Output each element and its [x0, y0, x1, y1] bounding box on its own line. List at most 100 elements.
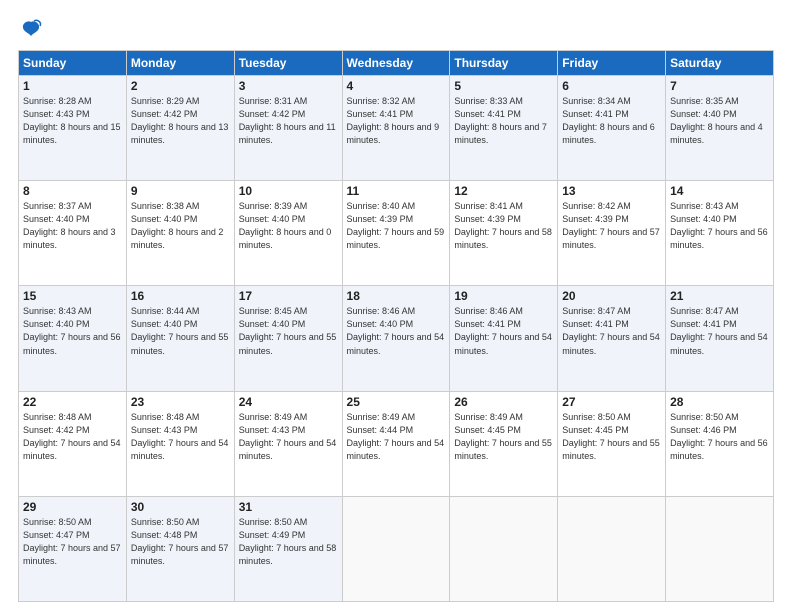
day-detail: Sunrise: 8:48 AMSunset: 4:43 PMDaylight:…	[131, 411, 230, 463]
day-number: 10	[239, 184, 338, 198]
calendar-cell: 30 Sunrise: 8:50 AMSunset: 4:48 PMDayligh…	[126, 496, 234, 601]
day-number: 2	[131, 79, 230, 93]
logo-bird-icon	[20, 18, 42, 40]
day-number: 28	[670, 395, 769, 409]
day-detail: Sunrise: 8:49 AMSunset: 4:44 PMDaylight:…	[347, 411, 446, 463]
day-number: 31	[239, 500, 338, 514]
header	[18, 18, 774, 40]
calendar-cell: 12 Sunrise: 8:41 AMSunset: 4:39 PMDayligh…	[450, 181, 558, 286]
day-number: 14	[670, 184, 769, 198]
calendar-cell: 31 Sunrise: 8:50 AMSunset: 4:49 PMDayligh…	[234, 496, 342, 601]
col-header-saturday: Saturday	[666, 51, 774, 76]
calendar-week-row: 29 Sunrise: 8:50 AMSunset: 4:47 PMDayligh…	[19, 496, 774, 601]
day-detail: Sunrise: 8:28 AMSunset: 4:43 PMDaylight:…	[23, 95, 122, 147]
day-number: 3	[239, 79, 338, 93]
day-number: 19	[454, 289, 553, 303]
calendar-cell: 10 Sunrise: 8:39 AMSunset: 4:40 PMDayligh…	[234, 181, 342, 286]
day-detail: Sunrise: 8:38 AMSunset: 4:40 PMDaylight:…	[131, 200, 230, 252]
day-number: 13	[562, 184, 661, 198]
day-number: 12	[454, 184, 553, 198]
day-number: 20	[562, 289, 661, 303]
calendar-table: SundayMondayTuesdayWednesdayThursdayFrid…	[18, 50, 774, 602]
day-number: 25	[347, 395, 446, 409]
calendar-cell	[666, 496, 774, 601]
day-detail: Sunrise: 8:50 AMSunset: 4:46 PMDaylight:…	[670, 411, 769, 463]
day-detail: Sunrise: 8:33 AMSunset: 4:41 PMDaylight:…	[454, 95, 553, 147]
col-header-monday: Monday	[126, 51, 234, 76]
calendar-cell: 24 Sunrise: 8:49 AMSunset: 4:43 PMDayligh…	[234, 391, 342, 496]
day-number: 4	[347, 79, 446, 93]
day-detail: Sunrise: 8:32 AMSunset: 4:41 PMDaylight:…	[347, 95, 446, 147]
calendar-cell: 14 Sunrise: 8:43 AMSunset: 4:40 PMDayligh…	[666, 181, 774, 286]
day-number: 21	[670, 289, 769, 303]
day-detail: Sunrise: 8:50 AMSunset: 4:49 PMDaylight:…	[239, 516, 338, 568]
col-header-thursday: Thursday	[450, 51, 558, 76]
calendar-cell: 20Sunrise: 8:47 AMSunset: 4:41 PMDayligh…	[558, 286, 666, 391]
calendar-cell: 17Sunrise: 8:45 AMSunset: 4:40 PMDayligh…	[234, 286, 342, 391]
day-number: 24	[239, 395, 338, 409]
day-detail: Sunrise: 8:29 AMSunset: 4:42 PMDaylight:…	[131, 95, 230, 147]
calendar-cell: 26 Sunrise: 8:49 AMSunset: 4:45 PMDayligh…	[450, 391, 558, 496]
day-number: 9	[131, 184, 230, 198]
day-detail: Sunrise: 8:34 AMSunset: 4:41 PMDaylight:…	[562, 95, 661, 147]
day-detail: Sunrise: 8:49 AMSunset: 4:43 PMDaylight:…	[239, 411, 338, 463]
day-detail: Sunrise: 8:48 AMSunset: 4:42 PMDaylight:…	[23, 411, 122, 463]
day-number: 29	[23, 500, 122, 514]
calendar-cell: 9 Sunrise: 8:38 AMSunset: 4:40 PMDaylight…	[126, 181, 234, 286]
calendar-cell: 23 Sunrise: 8:48 AMSunset: 4:43 PMDayligh…	[126, 391, 234, 496]
day-detail: Sunrise: 8:42 AMSunset: 4:39 PMDaylight:…	[562, 200, 661, 252]
logo	[18, 18, 44, 40]
day-detail: Sunrise: 8:50 AMSunset: 4:48 PMDaylight:…	[131, 516, 230, 568]
day-number: 22	[23, 395, 122, 409]
day-detail: Sunrise: 8:47 AMSunset: 4:41 PMDaylight:…	[670, 305, 769, 357]
calendar-week-row: 1 Sunrise: 8:28 AMSunset: 4:43 PMDaylight…	[19, 76, 774, 181]
day-number: 7	[670, 79, 769, 93]
day-number: 23	[131, 395, 230, 409]
day-number: 17	[239, 289, 338, 303]
calendar-week-row: 22 Sunrise: 8:48 AMSunset: 4:42 PMDayligh…	[19, 391, 774, 496]
day-detail: Sunrise: 8:44 AMSunset: 4:40 PMDaylight:…	[131, 305, 230, 357]
day-number: 15	[23, 289, 122, 303]
page: SundayMondayTuesdayWednesdayThursdayFrid…	[0, 0, 792, 612]
day-detail: Sunrise: 8:49 AMSunset: 4:45 PMDaylight:…	[454, 411, 553, 463]
col-header-tuesday: Tuesday	[234, 51, 342, 76]
col-header-wednesday: Wednesday	[342, 51, 450, 76]
day-detail: Sunrise: 8:41 AMSunset: 4:39 PMDaylight:…	[454, 200, 553, 252]
day-detail: Sunrise: 8:37 AMSunset: 4:40 PMDaylight:…	[23, 200, 122, 252]
day-detail: Sunrise: 8:31 AMSunset: 4:42 PMDaylight:…	[239, 95, 338, 147]
calendar-cell: 29 Sunrise: 8:50 AMSunset: 4:47 PMDayligh…	[19, 496, 127, 601]
calendar-cell: 21 Sunrise: 8:47 AMSunset: 4:41 PMDayligh…	[666, 286, 774, 391]
calendar-week-row: 15 Sunrise: 8:43 AMSunset: 4:40 PMDayligh…	[19, 286, 774, 391]
calendar-cell: 16Sunrise: 8:44 AMSunset: 4:40 PMDayligh…	[126, 286, 234, 391]
calendar-cell: 27Sunrise: 8:50 AMSunset: 4:45 PMDayligh…	[558, 391, 666, 496]
day-detail: Sunrise: 8:43 AMSunset: 4:40 PMDaylight:…	[670, 200, 769, 252]
day-detail: Sunrise: 8:43 AMSunset: 4:40 PMDaylight:…	[23, 305, 122, 357]
calendar-cell: 5Sunrise: 8:33 AMSunset: 4:41 PMDaylight…	[450, 76, 558, 181]
calendar-cell: 25 Sunrise: 8:49 AMSunset: 4:44 PMDayligh…	[342, 391, 450, 496]
day-detail: Sunrise: 8:50 AMSunset: 4:47 PMDaylight:…	[23, 516, 122, 568]
day-number: 30	[131, 500, 230, 514]
calendar-cell	[342, 496, 450, 601]
day-number: 18	[347, 289, 446, 303]
calendar-cell	[450, 496, 558, 601]
calendar-cell	[558, 496, 666, 601]
col-header-sunday: Sunday	[19, 51, 127, 76]
day-number: 8	[23, 184, 122, 198]
calendar-cell: 6 Sunrise: 8:34 AMSunset: 4:41 PMDaylight…	[558, 76, 666, 181]
day-number: 6	[562, 79, 661, 93]
day-detail: Sunrise: 8:40 AMSunset: 4:39 PMDaylight:…	[347, 200, 446, 252]
day-detail: Sunrise: 8:39 AMSunset: 4:40 PMDaylight:…	[239, 200, 338, 252]
day-number: 1	[23, 79, 122, 93]
calendar-cell: 3 Sunrise: 8:31 AMSunset: 4:42 PMDaylight…	[234, 76, 342, 181]
day-detail: Sunrise: 8:50 AMSunset: 4:45 PMDaylight:…	[562, 411, 661, 463]
calendar-week-row: 8 Sunrise: 8:37 AMSunset: 4:40 PMDaylight…	[19, 181, 774, 286]
calendar-cell: 7 Sunrise: 8:35 AMSunset: 4:40 PMDaylight…	[666, 76, 774, 181]
calendar-header-row: SundayMondayTuesdayWednesdayThursdayFrid…	[19, 51, 774, 76]
day-detail: Sunrise: 8:35 AMSunset: 4:40 PMDaylight:…	[670, 95, 769, 147]
calendar-cell: 13 Sunrise: 8:42 AMSunset: 4:39 PMDayligh…	[558, 181, 666, 286]
calendar-cell: 1 Sunrise: 8:28 AMSunset: 4:43 PMDaylight…	[19, 76, 127, 181]
calendar-cell: 28 Sunrise: 8:50 AMSunset: 4:46 PMDayligh…	[666, 391, 774, 496]
calendar-cell: 22 Sunrise: 8:48 AMSunset: 4:42 PMDayligh…	[19, 391, 127, 496]
calendar-cell: 8 Sunrise: 8:37 AMSunset: 4:40 PMDaylight…	[19, 181, 127, 286]
day-number: 26	[454, 395, 553, 409]
